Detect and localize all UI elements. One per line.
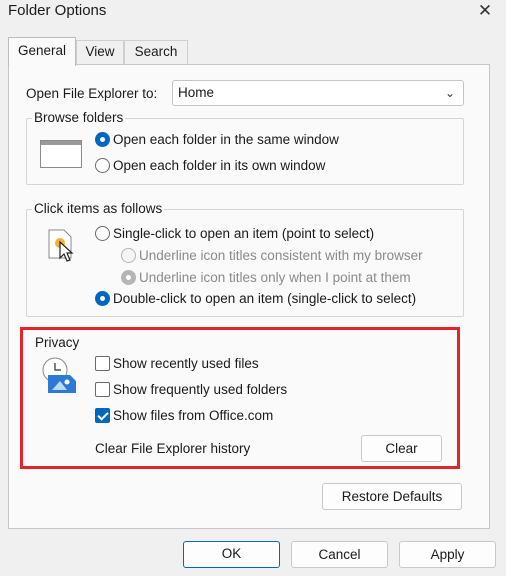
tab-view[interactable]: View (76, 40, 124, 64)
close-icon[interactable]: ✕ (472, 0, 498, 24)
ok-button[interactable]: OK (183, 541, 280, 568)
underline-point-label[interactable]: Underline icon titles only when I point … (139, 270, 411, 285)
own-window-radio[interactable] (95, 158, 110, 173)
same-window-label[interactable]: Open each folder in the same window (113, 132, 339, 147)
double-click-label[interactable]: Double-click to open an item (single-cli… (113, 291, 416, 306)
single-click-radio[interactable] (95, 226, 110, 241)
underline-browser-radio[interactable] (121, 248, 136, 263)
underline-browser-label[interactable]: Underline icon titles consistent with my… (139, 248, 423, 263)
browse-folders-group (26, 118, 464, 185)
same-window-radio[interactable] (95, 132, 110, 147)
tab-general[interactable]: General (8, 37, 76, 66)
pointer-document-icon (46, 228, 76, 264)
restore-defaults-button[interactable]: Restore Defaults (322, 483, 462, 510)
double-click-radio[interactable] (95, 291, 110, 306)
cancel-button[interactable]: Cancel (291, 541, 388, 568)
open-explorer-label: Open File Explorer to: (26, 86, 158, 101)
click-items-title: Click items as follows (32, 201, 165, 216)
browse-folders-title: Browse folders (32, 110, 126, 125)
underline-point-radio[interactable] (121, 270, 136, 285)
open-explorer-dropdown[interactable]: Home ⌄ (172, 80, 464, 106)
open-explorer-value: Home (178, 85, 215, 100)
apply-button[interactable]: Apply (399, 541, 496, 568)
window-title: Folder Options (8, 2, 107, 19)
single-click-label[interactable]: Single-click to open an item (point to s… (113, 226, 374, 241)
window-preview-icon (40, 140, 82, 168)
own-window-label[interactable]: Open each folder in its own window (113, 158, 325, 173)
chevron-down-icon: ⌄ (444, 86, 455, 100)
privacy-highlight-box (20, 327, 460, 469)
tab-search[interactable]: Search (124, 40, 188, 64)
